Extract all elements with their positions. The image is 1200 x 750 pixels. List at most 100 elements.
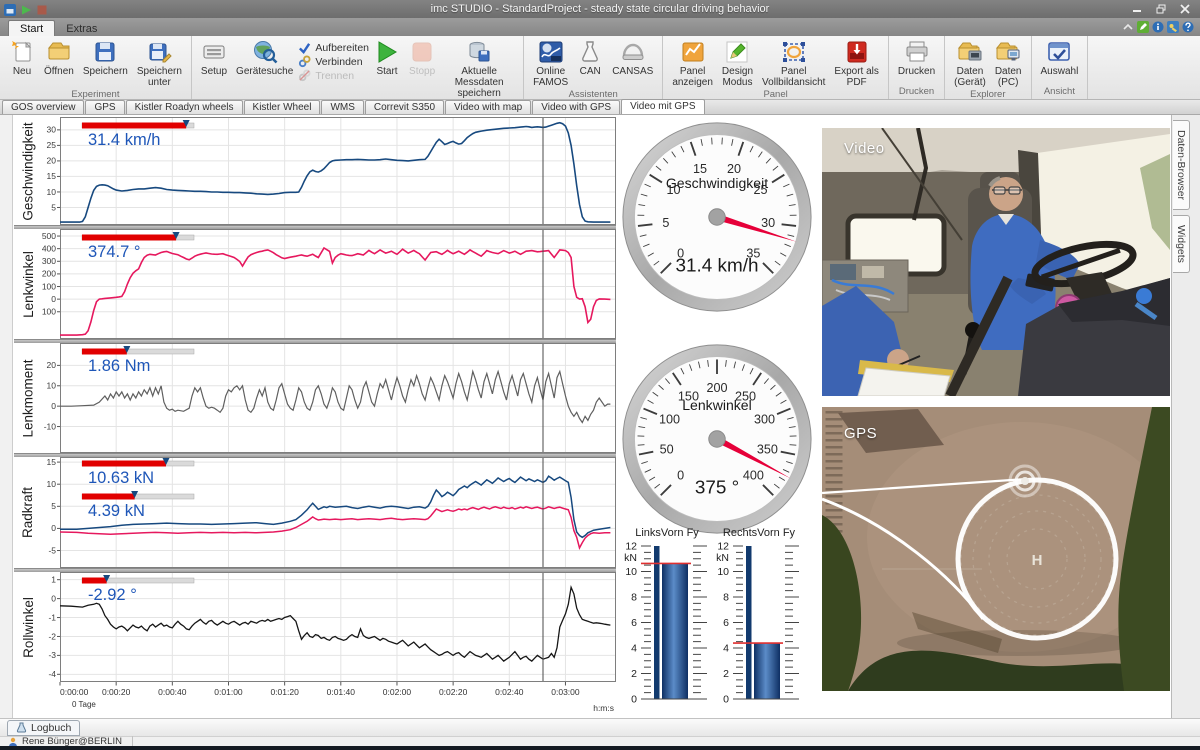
svg-text:kN: kN (624, 552, 637, 564)
curve-window-geschwindigkeit: Geschwindigkeit5101520253031.4 km/h (14, 117, 616, 225)
restore-icon[interactable] (1150, 2, 1172, 15)
ribbon-button-neu[interactable]: Neu (5, 38, 39, 78)
svg-text:100: 100 (659, 413, 680, 427)
taskbar-edge (0, 746, 1200, 750)
plot-area[interactable]: 10-1-2-3-4-2.92 ° (42, 572, 616, 682)
plot-area[interactable]: 5101520253031.4 km/h (42, 117, 616, 225)
svg-text:5: 5 (51, 501, 56, 511)
panel-tab-wms[interactable]: WMS (321, 100, 363, 114)
ribbon-stack-item-aufbereiten[interactable]: Aufbereiten (298, 41, 369, 54)
svg-text:0: 0 (51, 593, 56, 603)
panel-tab-gos-overview[interactable]: GOS overview (2, 100, 84, 114)
ribbon-button-online[interactable]: Online FAMOS (529, 38, 572, 89)
current-value-label: 31.4 km/h (88, 131, 160, 149)
ribbon-button-can[interactable]: CAN (573, 38, 607, 78)
ribbon-stack-item-verbinden[interactable]: Verbinden (298, 55, 369, 68)
window-title: imc STUDIO - StandardProject - steady st… (0, 3, 1200, 15)
can-icon (577, 39, 603, 65)
window-titlebar: imc STUDIO - StandardProject - steady st… (0, 0, 1200, 18)
logbook-tab[interactable]: Logbuch (7, 720, 80, 736)
panel-tab-video-with-gps[interactable]: Video with GPS (532, 100, 620, 114)
ribbon-button-speichern[interactable]: Speichern unter (133, 38, 186, 89)
plot-area[interactable]: 151050-510.63 kN4.39 kN (42, 457, 616, 568)
gps-map-image: H (822, 407, 1170, 691)
svg-text:15: 15 (47, 171, 57, 181)
ribbon-group-gerätesteuerung: SetupGerätesucheAufbereitenVerbindenTren… (192, 36, 524, 99)
ribbon-button-label: Auswahl (1041, 66, 1079, 77)
ribbon-button-export-als[interactable]: Export als PDF (830, 38, 882, 89)
side-tab-daten-browser[interactable]: Daten-Browser (1173, 120, 1190, 210)
ribbon-group-caption: Drucken (891, 86, 942, 99)
ribbon-button-öffnen[interactable]: Öffnen (40, 38, 78, 78)
ribbon-tab-start[interactable]: Start (8, 20, 55, 36)
ribbon-button-setup[interactable]: Setup (197, 38, 231, 78)
ribbon-button-auswahl[interactable]: Auswahl (1037, 38, 1083, 78)
ribbon-tab-extras[interactable]: Extras (55, 21, 108, 36)
panel-tab-correvit-s350[interactable]: Correvit S350 (365, 100, 444, 114)
svg-text:1: 1 (51, 574, 56, 584)
panel-show-icon (680, 39, 706, 65)
svg-text:30: 30 (761, 216, 775, 230)
video-frame-image (822, 128, 1170, 396)
disconnect-icon (298, 69, 311, 82)
ribbon-button-speichern[interactable]: Speichern (79, 38, 132, 78)
ribbon-button-label: Stopp (409, 66, 435, 77)
svg-text:6: 6 (723, 617, 729, 629)
info-icon[interactable] (1152, 20, 1164, 32)
stop-icon[interactable] (36, 3, 48, 15)
ribbon-group-panel: Panel anzeigenDesign ModusPanel Vollbild… (663, 36, 889, 99)
ribbon-button-label: Speichern unter (137, 66, 182, 88)
bar-meter-rechtsvorn: RechtsVorn Fy12kN1086420 (713, 527, 805, 710)
ribbon-button-start[interactable]: Start (370, 38, 404, 78)
plot-area[interactable]: 20100-101.86 Nm (42, 343, 616, 453)
curve-window-lenkmoment: Lenkmoment20100-101.86 Nm (14, 343, 616, 453)
ribbon-button-daten[interactable]: Daten (PC) (991, 38, 1026, 89)
svg-text:0: 0 (677, 469, 684, 483)
panel-tab-gps[interactable]: GPS (85, 100, 124, 114)
svg-text:10: 10 (625, 566, 637, 578)
curve-window-lenkwinkel: Lenkwinkel5004003002001000-100374.7 ° (14, 229, 616, 339)
license-icon[interactable] (1167, 20, 1179, 32)
minimize-icon[interactable] (1126, 2, 1148, 15)
y-axis-title: Lenkmoment (14, 343, 42, 453)
ribbon-group-items: Panel anzeigenDesign ModusPanel Vollbild… (665, 36, 886, 89)
ribbon-button-daten[interactable]: Daten (Gerät) (950, 38, 990, 89)
plot-area[interactable]: 5004003002001000-100374.7 ° (42, 229, 616, 339)
panel-tab-kistler-wheel[interactable]: Kistler Wheel (244, 100, 321, 114)
svg-text:5: 5 (51, 202, 56, 212)
quick-access-toolbar[interactable] (4, 3, 48, 15)
logbook-icon (16, 722, 27, 733)
panel-tab-video-with-map[interactable]: Video with map (445, 100, 531, 114)
svg-text:kN: kN (716, 552, 729, 564)
current-value-label: 10.63 kN (88, 469, 154, 487)
logbook-bar: Logbuch (0, 718, 1200, 736)
ribbon-button-cansas[interactable]: CANSAS (608, 38, 657, 78)
svg-text:12: 12 (717, 542, 729, 553)
ribbon-button-panel[interactable]: Panel anzeigen (668, 38, 717, 89)
ribbon-group-experiment: NeuÖffnenSpeichernSpeichern unterExperim… (0, 36, 192, 99)
ribbon-group-drucken: Drucken Drucken (889, 36, 945, 99)
svg-text:350: 350 (757, 442, 778, 456)
side-tab-widgets[interactable]: Widgets (1173, 215, 1190, 273)
ribbon-button-drucken[interactable]: Drucken (894, 38, 939, 78)
ribbon-button-label: Online FAMOS (533, 66, 568, 88)
bar-meter-title: LinksVorn Fy (621, 527, 713, 542)
svg-text:0:02:40: 0:02:40 (495, 687, 524, 697)
ribbon-button-aktuelle-messdaten[interactable]: Aktuelle Messdaten speichern (440, 38, 518, 100)
selection-icon (1046, 39, 1072, 65)
helipad-marker-label: H (1032, 552, 1043, 569)
imc-app-icon[interactable] (4, 3, 16, 15)
panel-tab-kistler-roadyn-wheels[interactable]: Kistler Roadyn wheels (126, 100, 243, 114)
panel-tab-video-mit-gps[interactable]: Video mit GPS (621, 99, 704, 114)
play-icon[interactable] (20, 3, 32, 15)
ribbon-stack-label: Aufbereiten (315, 42, 369, 54)
ribbon-button-panel[interactable]: Panel Vollbildansicht (758, 38, 829, 89)
close-icon[interactable] (1174, 2, 1196, 15)
ribbon-button-design[interactable]: Design Modus (718, 38, 757, 89)
ribbon-right-icons (1122, 20, 1194, 32)
help-icon[interactable] (1182, 20, 1194, 32)
ribbon-button-gerätesuche[interactable]: Gerätesuche (232, 38, 297, 78)
edit-icon[interactable] (1137, 20, 1149, 32)
collapse-ribbon-icon[interactable] (1122, 20, 1134, 32)
ribbon-group-caption: Ansicht (1034, 86, 1086, 99)
